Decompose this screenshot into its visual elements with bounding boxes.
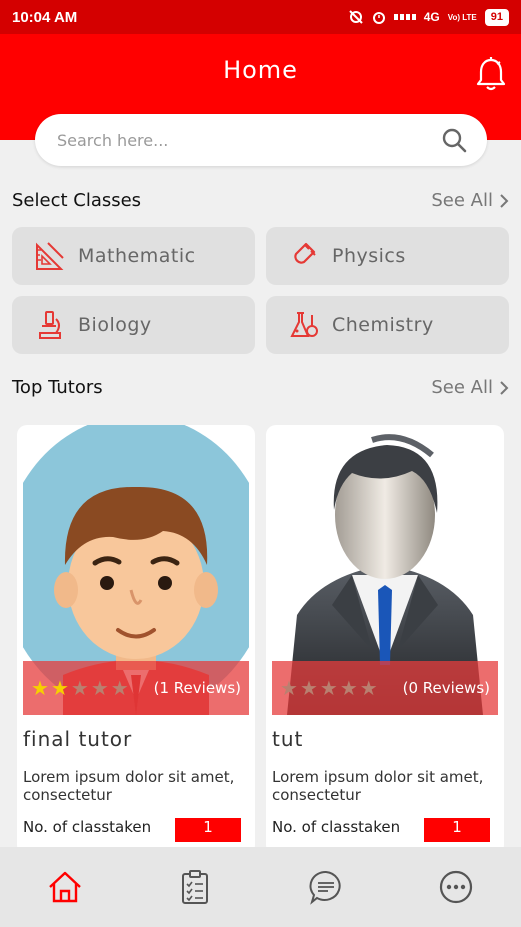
search-input[interactable] bbox=[57, 130, 441, 150]
home-icon bbox=[49, 871, 81, 903]
see-all-label: See All bbox=[431, 190, 493, 211]
bell-icon[interactable] bbox=[475, 56, 507, 92]
microscope-icon bbox=[39, 311, 61, 339]
bottom-navigation bbox=[0, 847, 521, 927]
tutors-section-title: Top Tutors bbox=[12, 377, 103, 398]
reviews-count: (0 Reviews) bbox=[402, 679, 490, 697]
tutors-section-header: Top Tutors See All bbox=[12, 377, 509, 398]
rating-bar: ★ ★ ★ ★ ★ (1 Reviews) bbox=[23, 661, 249, 715]
tutor-name: tut bbox=[272, 727, 304, 751]
star-icon: ★ bbox=[339, 676, 358, 700]
no-sync-icon bbox=[348, 10, 363, 24]
class-card-physics[interactable]: Physics bbox=[266, 227, 509, 285]
star-icon: ★ bbox=[110, 676, 129, 700]
classes-taken-label: No. of classtaken bbox=[23, 818, 152, 836]
search-bar[interactable] bbox=[35, 114, 487, 166]
more-icon bbox=[439, 870, 472, 904]
star-rating: ★ ★ ★ ★ ★ bbox=[280, 676, 378, 700]
tutor-description: Lorem ipsum dolor sit amet, consectetur bbox=[23, 768, 235, 804]
page-title: Home bbox=[223, 56, 298, 84]
tutors-see-all-link[interactable]: See All bbox=[431, 377, 509, 398]
star-rating: ★ ★ ★ ★ ★ bbox=[31, 676, 129, 700]
flask-icon bbox=[290, 312, 318, 337]
class-label: Chemistry bbox=[332, 314, 434, 336]
alarm-icon bbox=[372, 12, 385, 24]
classes-taken-badge: 1 bbox=[175, 818, 241, 842]
classes-section-title: Select Classes bbox=[12, 190, 142, 211]
star-icon: ★ bbox=[280, 676, 298, 700]
nav-more[interactable] bbox=[436, 867, 476, 907]
clipboard-icon bbox=[182, 870, 209, 904]
class-card-mathematic[interactable]: Mathematic bbox=[12, 227, 255, 285]
class-label: Physics bbox=[332, 245, 406, 267]
class-card-chemistry[interactable]: Chemistry bbox=[266, 296, 509, 354]
ruler-triangle-icon bbox=[36, 242, 64, 270]
classes-taken-label: No. of classtaken bbox=[272, 818, 401, 836]
nav-home[interactable] bbox=[45, 867, 85, 907]
star-icon: ★ bbox=[359, 676, 378, 700]
star-icon: ★ bbox=[31, 676, 49, 700]
classes-see-all-link[interactable]: See All bbox=[431, 190, 509, 211]
nav-messages[interactable] bbox=[306, 867, 346, 907]
signal-icon bbox=[393, 14, 416, 20]
reviews-count: (1 Reviews) bbox=[153, 679, 241, 697]
battery-indicator: 91 bbox=[484, 8, 509, 26]
star-icon: ★ bbox=[299, 676, 318, 700]
see-all-label: See All bbox=[431, 377, 493, 398]
nav-tasks[interactable] bbox=[175, 867, 215, 907]
network-type: 4G bbox=[423, 10, 440, 24]
status-time: 10:04 AM bbox=[12, 8, 78, 26]
rating-bar: ★ ★ ★ ★ ★ (0 Reviews) bbox=[272, 661, 498, 715]
chevron-right-icon bbox=[500, 380, 509, 395]
tutor-card[interactable]: ★ ★ ★ ★ ★ (1 Reviews) final tutor Lorem ipsu… bbox=[17, 425, 255, 855]
status-bar: 10:04 AM 4G Vo) LTE 91 bbox=[0, 0, 521, 34]
chat-icon bbox=[309, 870, 341, 905]
carrier-label: Vo) LTE bbox=[447, 12, 477, 22]
star-icon: ★ bbox=[70, 676, 89, 700]
star-icon: ★ bbox=[90, 676, 109, 700]
chevron-right-icon bbox=[500, 193, 509, 208]
classes-taken-badge: 1 bbox=[424, 818, 490, 842]
star-icon: ★ bbox=[319, 676, 338, 700]
status-icons: 4G Vo) LTE 91 bbox=[348, 8, 509, 26]
tutor-name: final tutor bbox=[23, 727, 133, 751]
classes-section-header: Select Classes See All bbox=[12, 190, 509, 211]
tutor-card[interactable]: ★ ★ ★ ★ ★ (0 Reviews) tut Lorem ipsum dolor … bbox=[266, 425, 504, 855]
tutor-description: Lorem ipsum dolor sit amet, consectetur bbox=[272, 768, 484, 804]
search-icon[interactable] bbox=[441, 127, 467, 153]
class-label: Biology bbox=[78, 314, 152, 336]
magnet-icon bbox=[294, 242, 316, 264]
star-icon: ★ bbox=[50, 676, 69, 700]
class-label: Mathematic bbox=[78, 245, 196, 267]
class-card-biology[interactable]: Biology bbox=[12, 296, 255, 354]
